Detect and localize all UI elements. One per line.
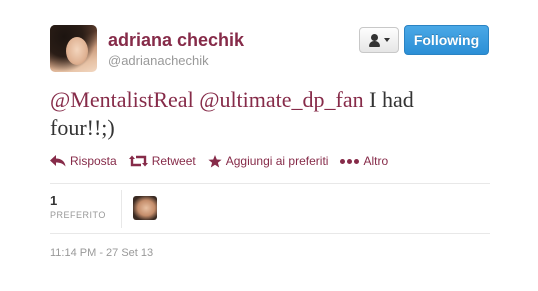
mention-link[interactable]: @ultimate_dp_fan [199, 87, 363, 112]
user-actions-button[interactable] [359, 27, 399, 53]
avatar[interactable] [50, 25, 97, 72]
screen-name[interactable]: @adrianachechik [108, 53, 209, 68]
mention-link[interactable]: @MentalistReal [50, 87, 194, 112]
stats-separator [121, 190, 122, 228]
tweet-actions: Risposta Retweet Aggiungi ai preferiti A… [50, 154, 400, 168]
retweet-icon [128, 155, 148, 167]
favorite-action[interactable]: Aggiungi ai preferiti [208, 154, 329, 168]
reply-icon [50, 155, 66, 167]
avatar-face [66, 37, 88, 65]
more-label: Altro [363, 154, 389, 168]
reply-label: Risposta [70, 154, 117, 168]
caret-down-icon [384, 38, 390, 42]
person-icon [368, 33, 381, 47]
more-dots-icon [340, 158, 360, 164]
favoriter-avatar[interactable] [133, 196, 157, 220]
star-icon [208, 154, 222, 168]
display-name[interactable]: adriana chechik [108, 30, 244, 51]
favorite-label: Aggiungi ai preferiti [225, 154, 329, 168]
divider [50, 183, 490, 184]
retweet-action[interactable]: Retweet [128, 154, 196, 168]
favorites-label: PREFERITO [50, 210, 106, 220]
tweet-card: adriana chechik @adrianachechik Followin… [0, 0, 538, 291]
timestamp[interactable]: 11:14 PM - 27 Set 13 [50, 247, 153, 259]
divider [50, 233, 490, 234]
more-action[interactable]: Altro [340, 154, 388, 168]
following-button[interactable]: Following [404, 25, 489, 55]
favorites-count[interactable]: 1 [50, 193, 57, 208]
retweet-label: Retweet [151, 154, 196, 168]
tweet-text: @MentalistReal @ultimate_dp_fan I had fo… [50, 86, 470, 142]
reply-action[interactable]: Risposta [50, 154, 117, 168]
